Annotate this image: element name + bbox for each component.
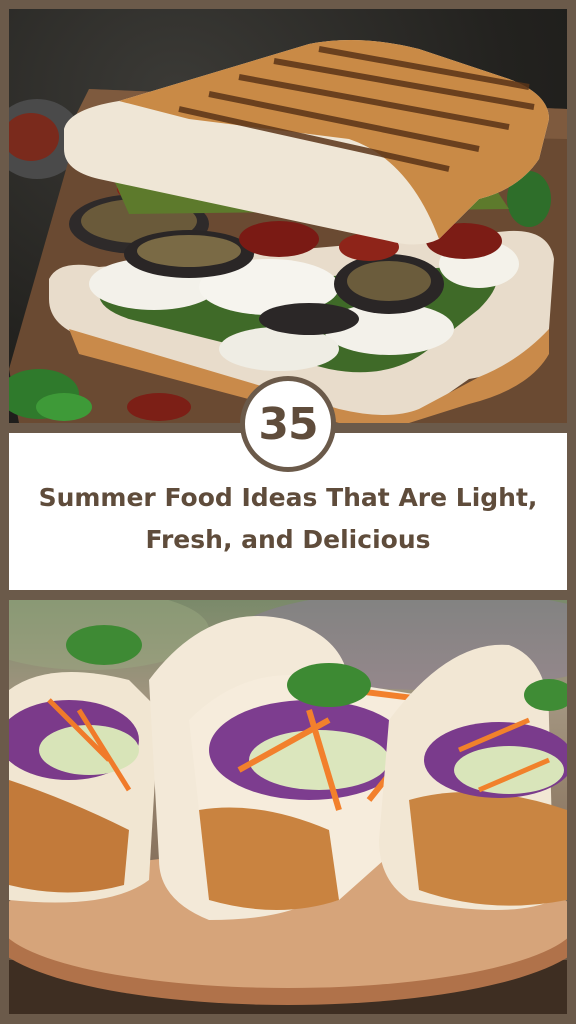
tacos-photo	[9, 600, 567, 1014]
headline-line-2: Fresh, and Delicious	[145, 525, 431, 554]
headline-line-1: Summer Food Ideas That Are Light,	[38, 483, 538, 512]
panini-photo	[9, 9, 567, 423]
count-badge: 35	[240, 376, 336, 472]
count-badge-number: 35	[258, 398, 318, 450]
headline: Summer Food Ideas That Are Light, Fresh,…	[9, 477, 567, 561]
